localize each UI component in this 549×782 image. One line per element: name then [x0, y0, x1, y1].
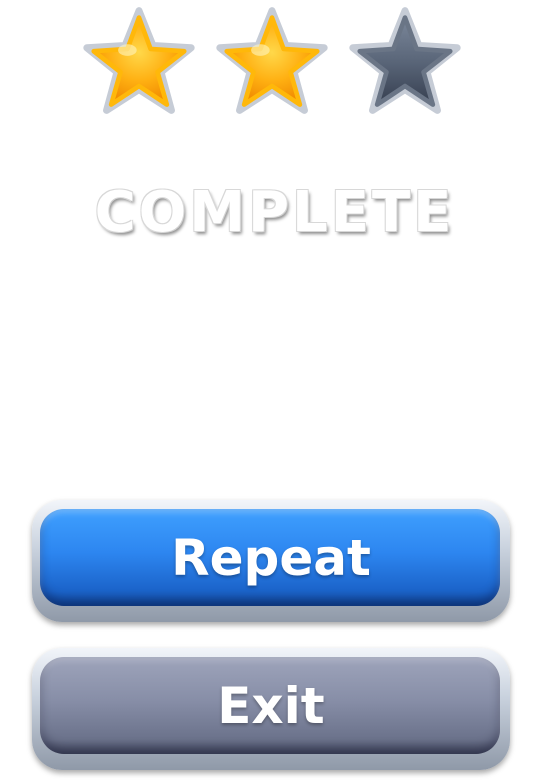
complete-title: COMPLETE	[94, 180, 455, 245]
exit-button[interactable]: Exit	[32, 648, 510, 770]
star-empty-icon	[347, 6, 463, 122]
exit-button-label: Exit	[217, 677, 325, 735]
repeat-button[interactable]: Repeat	[32, 500, 510, 622]
star-filled-icon	[214, 6, 330, 122]
star-filled-icon	[81, 6, 197, 122]
repeat-button-label: Repeat	[171, 529, 371, 587]
star-rating	[0, 0, 549, 130]
